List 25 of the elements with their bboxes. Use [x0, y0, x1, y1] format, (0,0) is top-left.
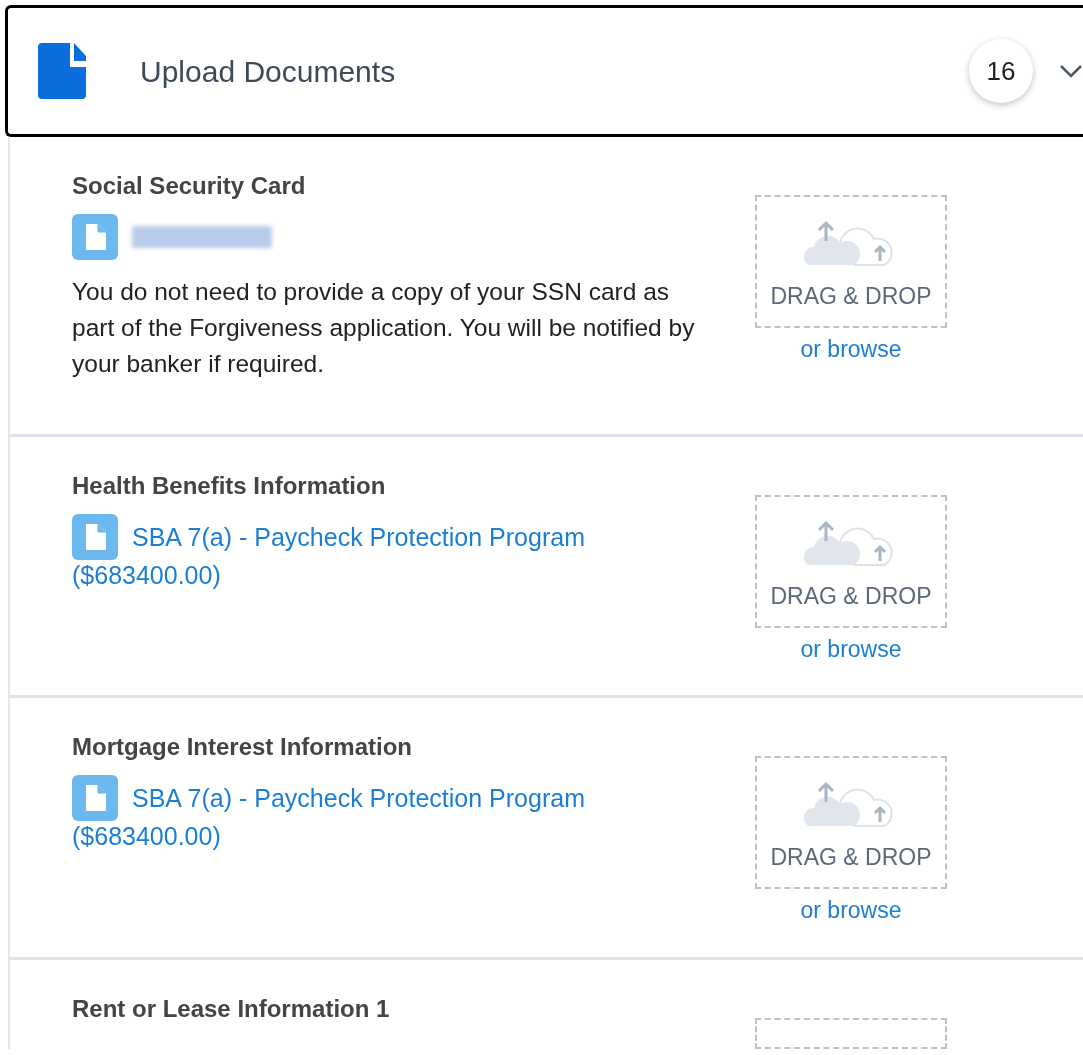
section-title: Upload Documents: [140, 53, 396, 90]
file-link[interactable]: SBA 7(a) - Paycheck Protection Program: [132, 522, 585, 552]
drop-zone[interactable]: DRAG & DROP: [755, 495, 947, 628]
item-title: Health Benefits Information: [72, 472, 387, 500]
count-badge: 16: [969, 39, 1033, 103]
drop-label: DRAG & DROP: [770, 843, 932, 872]
file-icon: [72, 775, 118, 821]
drop-zone[interactable]: DRAG & DROP: [755, 756, 947, 889]
document-icon: [38, 43, 86, 99]
browse-link[interactable]: or browse: [800, 632, 902, 667]
file-icon: [72, 514, 118, 560]
file-icon: [72, 214, 118, 260]
item-title: Social Security Card: [72, 172, 307, 200]
item-title: Mortgage Interest Information: [72, 733, 414, 761]
chevron-down-icon[interactable]: [1059, 64, 1083, 78]
browse-link[interactable]: or browse: [800, 893, 902, 928]
browse-link[interactable]: or browse: [800, 332, 902, 367]
note-text: You do not need to provide a copy of your SSN card as part of the Forgiveness application. You will be notified by your banker if required.: [72, 277, 696, 379]
drop-zone[interactable]: DRAG & DROP: [755, 195, 947, 328]
drop-label: DRAG & DROP: [770, 282, 932, 311]
file-link[interactable]: SBA 7(a) - Paycheck Protection Program: [132, 783, 585, 813]
amount-link[interactable]: ($683400.00): [72, 821, 221, 851]
item-title: Rent or Lease Information 1: [72, 995, 391, 1023]
amount-link[interactable]: ($683400.00): [72, 560, 221, 590]
drop-label: DRAG & DROP: [770, 582, 932, 611]
